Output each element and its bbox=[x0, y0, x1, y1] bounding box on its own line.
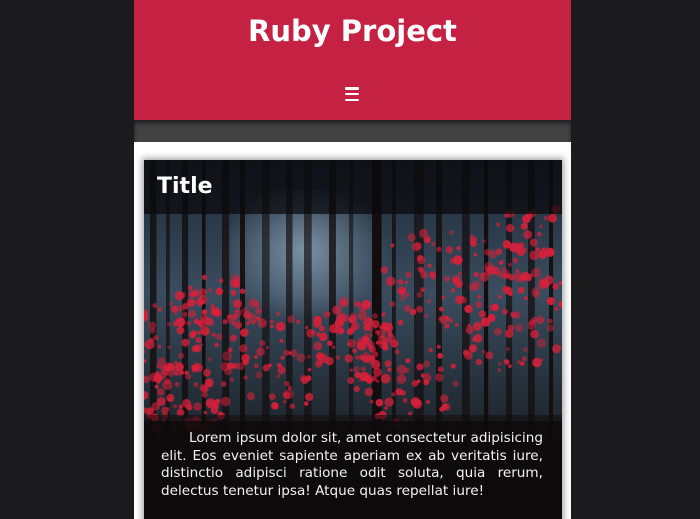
card-title-bar: Title bbox=[144, 160, 562, 214]
menu-bar-line bbox=[345, 92, 359, 96]
content-card: Title Lorem ipsum dolor sit, amet consec… bbox=[144, 160, 562, 519]
menu-bar-line bbox=[345, 98, 359, 101]
menu-bar-line bbox=[345, 87, 359, 90]
nav-subbar bbox=[134, 120, 571, 142]
card-body-text: Lorem ipsum dolor sit, amet consectetur … bbox=[161, 430, 543, 499]
page-container: Ruby Project Title Lorem ipsum dolor sit… bbox=[134, 0, 571, 519]
hamburger-menu-icon[interactable] bbox=[343, 86, 361, 102]
card-title: Title bbox=[157, 174, 213, 199]
site-title: Ruby Project bbox=[248, 14, 457, 48]
site-header: Ruby Project bbox=[134, 0, 571, 120]
